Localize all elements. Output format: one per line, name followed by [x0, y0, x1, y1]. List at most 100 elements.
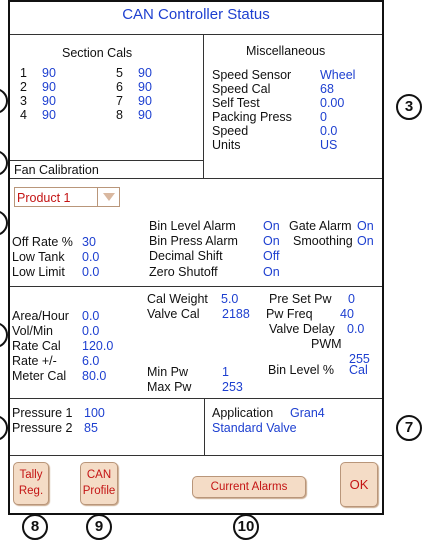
misc-value: 0.00 — [320, 96, 345, 110]
misc-label: Self Test — [212, 96, 260, 110]
section-cal-value: 90 — [138, 80, 152, 94]
divider — [10, 286, 382, 287]
section-cal-value: 90 — [138, 66, 152, 80]
misc-value: 68 — [320, 82, 334, 96]
misc-label: Speed — [212, 124, 249, 138]
rate-label: Valve Delay — [269, 322, 335, 336]
section-cal-value: 90 — [138, 108, 152, 122]
current-alarms-label: Current Alarms — [210, 481, 288, 493]
callout-8: 8 — [22, 514, 48, 540]
valve-cal-value: 2188 — [222, 307, 250, 321]
section-number: 3 — [20, 94, 27, 108]
application-value: Gran4 — [290, 406, 325, 420]
pressure-label: Pressure 1 — [12, 406, 73, 420]
rate-label: Rate Cal — [12, 339, 61, 353]
section-number: 1 — [20, 66, 27, 80]
fan-calibration-label[interactable]: Fan Calibration — [14, 163, 99, 177]
setting-value: On — [263, 234, 280, 248]
ok-label: OK — [349, 477, 369, 492]
setting-value: 0.0 — [82, 265, 100, 279]
cal-weight-value: 5.0 — [221, 292, 239, 306]
pressure-value: 85 — [84, 421, 98, 435]
misc-value: 0.0 — [320, 124, 338, 138]
section-number: 8 — [116, 108, 123, 122]
can-profile-label-line2: Profile — [82, 485, 116, 497]
section-cal-value: 90 — [42, 66, 56, 80]
setting-label: Off Rate % — [12, 235, 73, 249]
misc-label: Packing Press — [212, 110, 292, 124]
tally-reg-label-line2: Reg. — [18, 485, 44, 497]
section-number: 7 — [116, 94, 123, 108]
setting-label: Bin Level Alarm — [149, 219, 236, 233]
rate-label: Vol/Min — [12, 324, 53, 338]
pressure-value: 100 — [84, 406, 105, 420]
misc-label: Units — [212, 138, 241, 152]
miscellaneous-header: Miscellaneous — [246, 44, 326, 58]
min-pw-label: Min Pw — [147, 365, 188, 379]
rate-value: 120.0 — [82, 339, 114, 353]
misc-value: US — [320, 138, 338, 152]
section-number: 5 — [116, 66, 123, 80]
rate-value: 0.0 — [347, 322, 365, 336]
chevron-down-icon[interactable] — [97, 188, 119, 206]
rate-label: Area/Hour — [12, 309, 69, 323]
rate-label: Meter Cal — [12, 369, 67, 383]
product-select[interactable]: Product 1 — [14, 187, 120, 207]
callout-3: 3 — [396, 94, 422, 120]
valve-cal-label: Valve Cal — [147, 307, 200, 321]
callout-7: 7 — [396, 415, 422, 441]
max-pw-label: Max Pw — [147, 380, 192, 394]
setting-value: On — [263, 265, 280, 279]
rate-value: 0.0 — [82, 309, 100, 323]
rate-label: Bin Level % — [268, 363, 335, 377]
setting-value: 30 — [82, 235, 96, 249]
section-cal-value: 90 — [42, 94, 56, 108]
valve-type: Standard Valve — [212, 421, 297, 435]
section-cals-header: Section Cals — [62, 46, 133, 60]
setting-value: On — [357, 219, 374, 233]
callout-circle — [0, 150, 8, 176]
rate-value: 40 — [340, 307, 354, 321]
misc-label: Speed Sensor — [212, 68, 292, 82]
section-number: 4 — [20, 108, 27, 122]
setting-label: Low Limit — [12, 265, 65, 279]
product-select-value: Product 1 — [17, 191, 71, 205]
max-pw-value: 253 — [222, 380, 243, 394]
rate-label: Rate +/- — [12, 354, 57, 368]
can-profile-button[interactable]: CAN Profile — [80, 462, 118, 505]
divider — [204, 398, 205, 455]
pressure-label: Pressure 2 — [12, 421, 73, 435]
setting-value: On — [263, 219, 280, 233]
cal-weight-label: Cal Weight — [147, 292, 208, 306]
application-label: Application — [212, 406, 274, 420]
rate-value: 6.0 — [82, 354, 100, 368]
divider — [10, 455, 382, 456]
rate-label: Pre Set Pw — [269, 292, 332, 306]
can-profile-label-line1: CAN — [86, 469, 112, 481]
current-alarms-button[interactable]: Current Alarms — [192, 476, 306, 498]
rate-value: 80.0 — [82, 369, 107, 383]
tally-reg-button[interactable]: Tally Reg. — [13, 462, 49, 505]
divider — [10, 160, 203, 161]
divider — [10, 398, 382, 399]
misc-value: 0 — [320, 110, 327, 124]
section-cal-value: 90 — [138, 94, 152, 108]
section-number: 2 — [20, 80, 27, 94]
section-number: 6 — [116, 80, 123, 94]
min-pw-value: 1 — [222, 365, 229, 379]
divider — [10, 178, 382, 179]
callout-circle — [0, 322, 8, 348]
tally-reg-label-line1: Tally — [19, 469, 43, 481]
divider — [10, 34, 382, 35]
rate-value: 0.0 — [82, 324, 100, 338]
divider — [203, 34, 204, 178]
ok-button[interactable]: OK — [340, 462, 378, 507]
callout-9: 9 — [86, 514, 112, 540]
section-cal-value: 90 — [42, 80, 56, 94]
misc-label: Speed Cal — [212, 82, 271, 96]
callout-circle — [0, 415, 8, 441]
setting-label: Low Tank — [12, 250, 65, 264]
setting-label: Gate Alarm — [289, 219, 352, 233]
callout-circle — [0, 88, 8, 114]
setting-value: On — [357, 234, 374, 248]
